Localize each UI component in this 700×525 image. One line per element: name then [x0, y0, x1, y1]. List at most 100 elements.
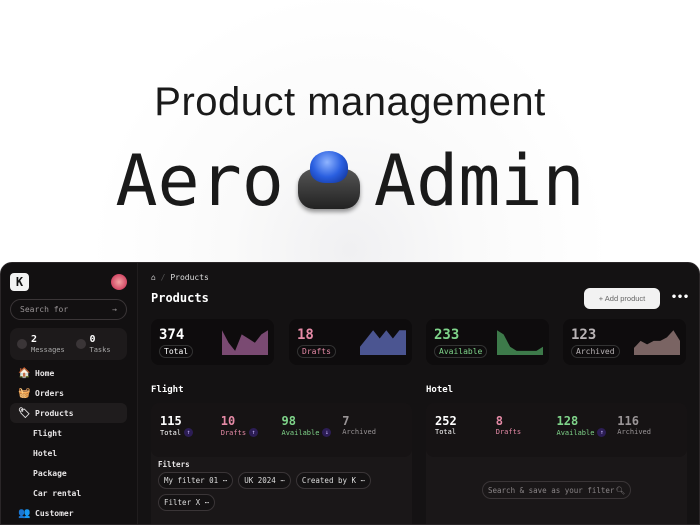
- sidebar-search-input[interactable]: Search for →: [10, 299, 127, 320]
- basket-icon: 🧺: [18, 387, 31, 399]
- sidebar-item-car-rental[interactable]: Car rental: [10, 483, 127, 503]
- stats-summary: 2 Messages 0 Tasks: [10, 328, 127, 360]
- hero-banner: Product management Aero Admin: [0, 0, 700, 262]
- nav-label: Customer: [35, 508, 74, 518]
- nav-label: Home: [35, 368, 55, 378]
- stat-card-available[interactable]: 233 Available: [426, 319, 549, 365]
- brand-title: Aero Admin: [0, 140, 700, 222]
- tag-icon: 🏷: [18, 407, 31, 419]
- clock-icon: [75, 339, 86, 349]
- metric-label: Drafts: [495, 428, 522, 436]
- hotel-metric-archived: 116 Archived: [617, 414, 678, 457]
- filter-chip[interactable]: Created by K ⋯: [295, 472, 372, 489]
- app-window: K Search for → 2 Messages 0 Tasks 🏠 Home 🧺 Or…: [0, 262, 700, 525]
- brand-word-right: Admin: [373, 140, 585, 222]
- stat-card-drafts[interactable]: 18 Drafts: [289, 319, 412, 365]
- metric-label: Available: [556, 428, 595, 437]
- flight-metric-total: 115 Total ↑: [160, 414, 221, 457]
- hotel-filter-search-input[interactable]: Search & save as your filter 🔍︎: [482, 481, 631, 499]
- flight-metric-available: 98 Available ↓: [282, 414, 343, 457]
- stat-label: Archived: [571, 345, 620, 358]
- stat-card-archived[interactable]: 123 Archived: [563, 319, 686, 365]
- sidebar: K Search for → 2 Messages 0 Tasks 🏠 Home 🧺 Or…: [1, 263, 138, 524]
- sidebar-item-products[interactable]: 🏷 Products: [10, 403, 127, 423]
- trend-arrow-icon: ↑: [184, 428, 194, 437]
- metric-value: 116: [617, 414, 639, 428]
- sidebar-item-hotel[interactable]: Hotel: [10, 443, 127, 463]
- stat-card-total[interactable]: 374 Total: [151, 319, 274, 365]
- metric-label: Archived: [617, 428, 651, 436]
- metric-label: Total: [435, 428, 457, 436]
- users-icon: 👥: [18, 507, 31, 519]
- sidebar-item-package[interactable]: Package: [10, 463, 127, 483]
- metric-value: 115: [160, 414, 182, 428]
- sidebar-nav: 🏠 Home 🧺 Orders 🏷 Products Flight Hotel Pac…: [10, 363, 127, 523]
- breadcrumb-current[interactable]: Products: [170, 273, 209, 282]
- sparkline-chart: [360, 330, 406, 355]
- metric-label: Total: [160, 428, 182, 437]
- metric-value: 98: [281, 414, 296, 428]
- app-logo[interactable]: K: [10, 273, 29, 291]
- more-options-icon[interactable]: •••: [671, 292, 689, 303]
- metric-label: Drafts: [220, 428, 247, 437]
- tasks-stat[interactable]: 0 Tasks: [69, 328, 128, 360]
- metric-value: 128: [556, 414, 579, 428]
- flight-panel: 115 Total ↑ 10 Drafts ↑ 98 Available ↓ 7 Archi…: [151, 403, 412, 524]
- trend-arrow-icon: ↓: [322, 428, 332, 437]
- hotel-metric-total: 252 Total: [435, 414, 496, 457]
- nav-label: Products: [35, 408, 74, 418]
- hotel-panel: 252 Total 8 Drafts 128 Available ↑ 116 Archi…: [426, 403, 687, 524]
- hero-subtitle: Product management: [154, 80, 546, 124]
- knob-logo-icon: [296, 151, 362, 211]
- sparkline-area: [634, 330, 680, 355]
- nav-label: Orders: [35, 388, 64, 398]
- messages-stat[interactable]: 2 Messages: [10, 328, 69, 360]
- flight-metric-drafts: 10 Drafts ↑: [221, 414, 282, 457]
- sparkline-area: [222, 330, 268, 355]
- sparkline-chart: [634, 330, 680, 355]
- sidebar-item-flight[interactable]: Flight: [10, 423, 127, 443]
- stat-label: Available: [434, 345, 488, 358]
- stat-label: Total: [159, 345, 194, 358]
- search-placeholder: Search for: [20, 305, 69, 314]
- hotel-metric-drafts: 8 Drafts: [496, 414, 557, 457]
- arrow-right-icon[interactable]: →: [112, 305, 117, 314]
- metric-label: Archived: [342, 428, 376, 436]
- sparkline-area: [497, 330, 543, 355]
- search-placeholder: Search & save as your filter: [488, 485, 615, 495]
- sparkline-chart: [222, 330, 268, 355]
- stat-label: Drafts: [297, 345, 336, 358]
- search-icon: 🔍︎: [615, 485, 625, 495]
- brand-word-left: Aero: [115, 140, 284, 222]
- flight-section-title: Flight: [151, 385, 184, 395]
- flight-metric-archived: 7 Archived: [342, 414, 403, 457]
- sidebar-item-home[interactable]: 🏠 Home: [10, 363, 127, 383]
- user-avatar[interactable]: [111, 274, 127, 290]
- hotel-section-title: Hotel: [426, 385, 454, 395]
- trend-arrow-icon: ↑: [597, 428, 607, 437]
- sidebar-item-customer[interactable]: 👥 Customer: [10, 503, 127, 523]
- tasks-count: 0: [89, 334, 96, 345]
- add-product-button[interactable]: + Add product: [584, 288, 660, 309]
- filters-label: Filters: [158, 460, 190, 469]
- filter-chip[interactable]: Filter X ⋯: [158, 494, 216, 511]
- sparkline-chart: [497, 330, 543, 355]
- flag-icon: [17, 339, 27, 349]
- tasks-label: Tasks: [89, 346, 111, 354]
- filter-chip[interactable]: UK 2024 ⋯: [238, 472, 291, 489]
- metric-label: Available: [281, 428, 320, 437]
- home-icon[interactable]: ⌂: [151, 273, 156, 282]
- breadcrumb: ⌂ / Products: [151, 273, 209, 282]
- messages-count: 2: [31, 334, 38, 345]
- metric-value: 7: [342, 414, 350, 428]
- page-title: Products: [151, 291, 209, 305]
- messages-label: Messages: [31, 346, 65, 354]
- metric-value: 8: [495, 414, 503, 428]
- metric-value: 252: [435, 414, 457, 428]
- filter-chip[interactable]: My filter 01 ⋯: [158, 472, 234, 489]
- metric-value: 10: [220, 414, 236, 428]
- sidebar-item-orders[interactable]: 🧺 Orders: [10, 383, 127, 403]
- sparkline-area: [360, 330, 406, 355]
- home-icon: 🏠: [18, 367, 31, 379]
- hotel-metric-available: 128 Available ↑: [557, 414, 618, 457]
